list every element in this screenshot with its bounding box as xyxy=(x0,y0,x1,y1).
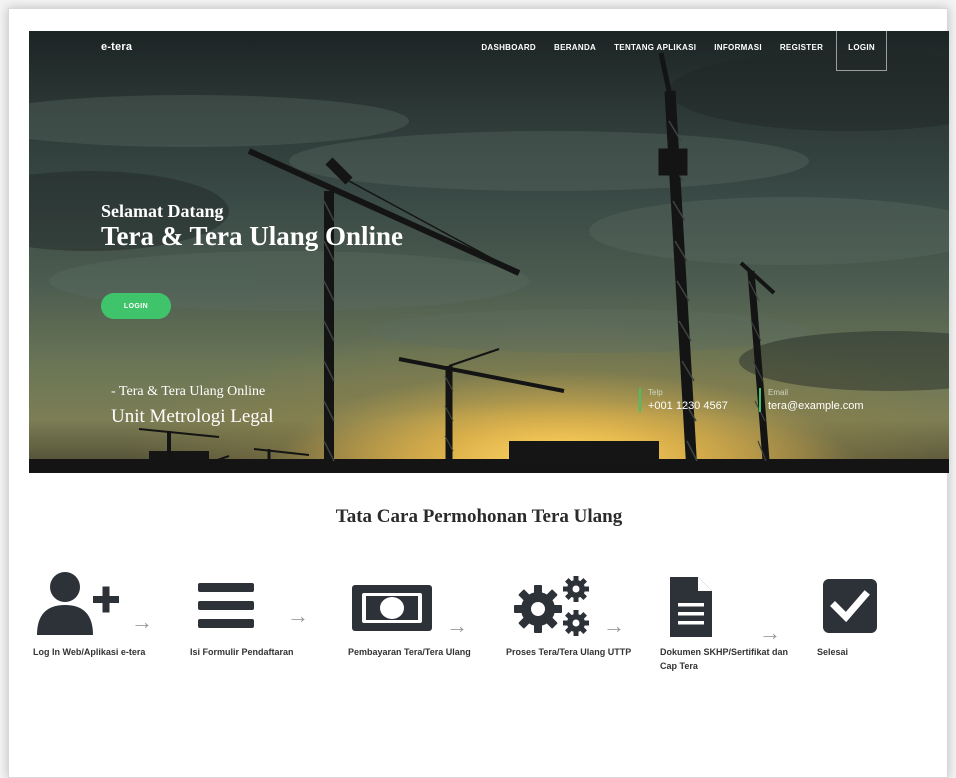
arrow-icon: → xyxy=(759,620,781,645)
nav-item-register[interactable]: REGISTER xyxy=(771,31,832,71)
step-label: Proses Tera/Tera Ulang UTTP xyxy=(506,647,632,657)
browser-frame: e-tera DASHBOARD BERANDA TENTANG APLIKAS… xyxy=(8,8,949,778)
hero-unit-name: Unit Metrologi Legal xyxy=(111,406,274,427)
step-finish: Selesai xyxy=(817,571,917,659)
step-label: Isi Formulir Pendaftaran xyxy=(190,647,294,657)
nav-item-tentang-aplikasi[interactable]: TENTANG APLIKASI xyxy=(605,31,705,71)
hero-tagline: - Tera & Tera Ulang Online xyxy=(111,384,266,399)
step-label: Dokumen SKHP/Sertifikat dan Cap Tera xyxy=(660,647,789,671)
step-form: Isi Formulir Pendaftaran xyxy=(190,571,330,659)
arrow-icon: → xyxy=(131,609,153,634)
hero-welcome-text: Selamat Datang xyxy=(101,201,224,221)
nav-item-informasi[interactable]: INFORMASI xyxy=(705,31,771,71)
contact-phone-value: +001 1230 4567 xyxy=(648,400,728,412)
contact-phone-label: Telp xyxy=(648,388,663,397)
contact-email-label: Email xyxy=(768,388,789,397)
hero-login-button[interactable]: LOGIN xyxy=(101,293,171,319)
nav-item-beranda[interactable]: BERANDA xyxy=(545,31,605,71)
hero-banner: e-tera DASHBOARD BERANDA TENTANG APLIKAS… xyxy=(29,31,949,473)
arrow-icon: → xyxy=(446,613,468,638)
hero-title: Tera & Tera Ulang Online xyxy=(101,221,404,251)
check-square-icon xyxy=(817,571,917,643)
step-label: Pembayaran Tera/Tera Ulang xyxy=(348,647,471,657)
step-label: Selesai xyxy=(817,647,849,657)
steps-section-title: Tata Cara Permohonan Tera Ulang xyxy=(335,506,623,527)
site-logo[interactable]: e-tera xyxy=(101,41,132,53)
contact-phone: Telp +001 1230 4567 xyxy=(639,388,728,412)
main-navigation: DASHBOARD BERANDA TENTANG APLIKASI INFOR… xyxy=(472,31,887,71)
arrow-icon: → xyxy=(287,603,309,628)
nav-item-login[interactable]: LOGIN xyxy=(836,31,887,71)
bars-icon xyxy=(190,571,330,643)
arrow-icon: → xyxy=(603,613,625,638)
contact-email: Email tera@example.com xyxy=(759,388,864,412)
step-label: Log In Web/Aplikasi e-tera xyxy=(33,647,146,657)
nav-item-dashboard[interactable]: DASHBOARD xyxy=(472,31,545,71)
contact-email-value: tera@example.com xyxy=(768,400,864,412)
